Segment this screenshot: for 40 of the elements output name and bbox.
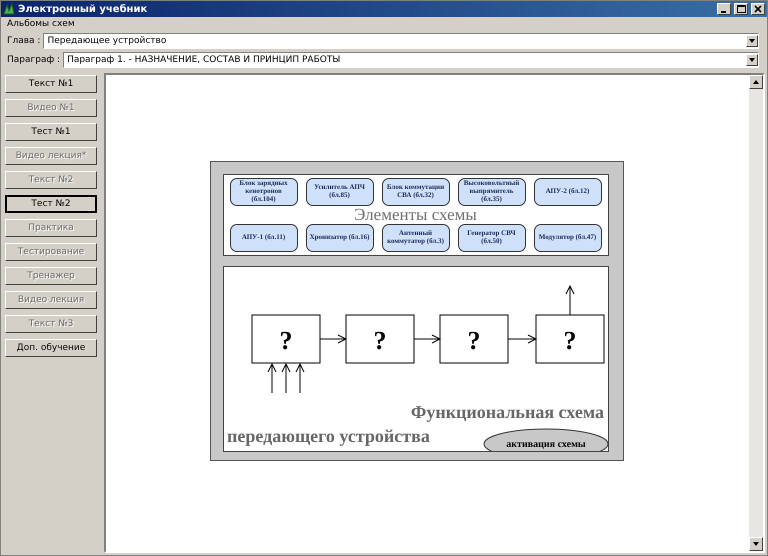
arrow: [295, 364, 304, 394]
slide-heading: Элементы схемы: [354, 206, 477, 224]
arrow: [281, 364, 290, 394]
menu-item[interactable]: Альбомы схем: [7, 19, 75, 29]
maximize-button[interactable]: [734, 3, 748, 15]
arrow: [413, 334, 440, 344]
caret-icon: [749, 58, 755, 62]
arrow: [565, 286, 574, 316]
nav-button[interactable]: Тест №2: [5, 195, 97, 213]
arrow: [267, 364, 276, 394]
up-arrow-icon: [753, 80, 759, 84]
field-label: Параграф :: [7, 54, 60, 64]
diagram-block: ?: [535, 314, 604, 364]
diagram-title: Функциональная схема: [410, 402, 604, 422]
caret-icon: [749, 38, 755, 42]
app-icon: [3, 3, 15, 15]
dropdown-button[interactable]: [746, 34, 758, 46]
nav-button[interactable]: Доп. обучение: [5, 339, 97, 357]
dropdown-field[interactable]: Параграф 1. - НАЗНАЧЕНИЕ, СОСТАВ И ПРИНЦИП РАБОТЫ: [63, 52, 759, 68]
diagram-block: ?: [251, 314, 320, 364]
scroll-up-button[interactable]: [749, 75, 763, 89]
field-label: Глава :: [7, 36, 40, 46]
dropdown-field[interactable]: Передающее устройство: [43, 32, 759, 48]
scroll-down-button[interactable]: [749, 537, 763, 551]
window-title: Электронный учебник: [18, 4, 148, 14]
scrollbar[interactable]: [749, 75, 763, 551]
diagram-block: ?: [345, 314, 414, 364]
minimize-button[interactable]: [717, 3, 731, 15]
nav-button[interactable]: Тест №1: [5, 123, 97, 141]
nav-button[interactable]: Текст №1: [5, 75, 97, 93]
diagram-title: передающего устройства: [226, 426, 430, 446]
down-arrow-icon: [753, 542, 759, 546]
diagram-block: ?: [439, 314, 508, 364]
close-button[interactable]: [751, 3, 765, 15]
arrow: [507, 334, 536, 344]
maximize-icon: [736, 5, 746, 13]
dropdown-button[interactable]: [746, 54, 758, 66]
arrow: [319, 334, 346, 344]
activate-button[interactable]: активация схемы: [483, 428, 608, 451]
close-icon: [754, 5, 762, 13]
